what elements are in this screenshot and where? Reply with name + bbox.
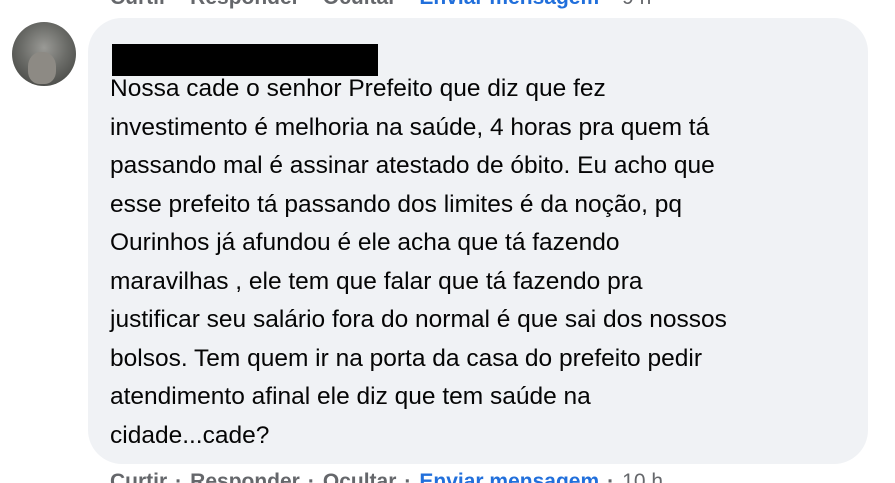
comment-actions: Curtir · Responder · Ocultar · Enviar me… [110,470,663,483]
reply-button[interactable]: Responder [190,470,300,483]
hide-button[interactable]: Ocultar [323,470,397,483]
separator-dot: · [607,0,614,10]
hide-button[interactable]: Ocultar [323,0,397,10]
previous-comment-actions: Curtir · Responder · Ocultar · Enviar me… [110,0,651,10]
comment-text: Nossa cade o senhor Prefeito que diz que… [110,75,727,449]
avatar[interactable] [12,22,76,86]
comment-timestamp[interactable]: 10 h [622,470,663,483]
separator-dot: · [404,0,411,10]
separator-dot: · [175,470,183,483]
separator-dot: · [308,0,315,10]
like-button[interactable]: Curtir [110,0,167,10]
send-message-link[interactable]: Enviar mensagem [419,0,599,10]
comment-timestamp[interactable]: 9 h [622,0,651,10]
separator-dot: · [404,470,412,483]
comment-bubble: Nossa cade o senhor Prefeito que diz que… [88,18,868,464]
separator-dot: · [175,0,182,10]
send-message-link[interactable]: Enviar mensagem [419,470,599,483]
avatar-photo [28,52,56,84]
comment-thread: Curtir · Responder · Ocultar · Enviar me… [0,0,895,483]
like-button[interactable]: Curtir [110,470,167,483]
separator-dot: · [607,470,615,483]
separator-dot: · [307,470,315,483]
reply-button[interactable]: Responder [190,0,300,10]
